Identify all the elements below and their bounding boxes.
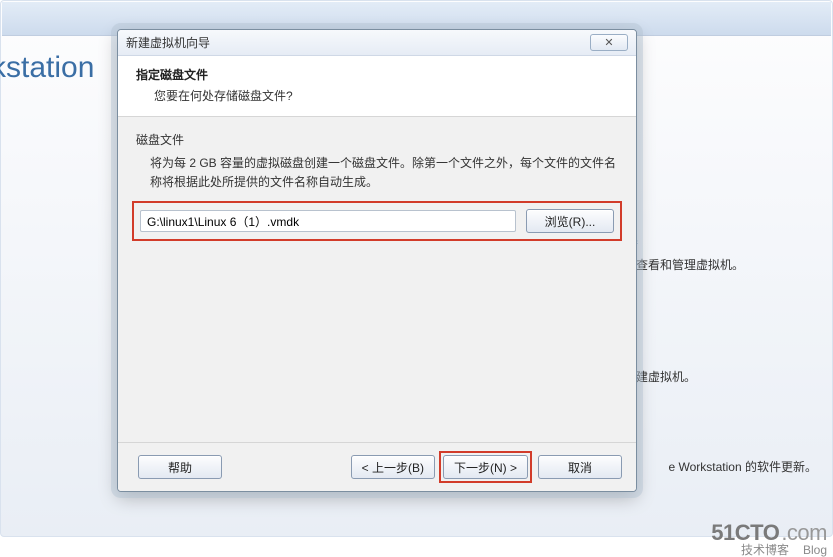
dialog-footer: 帮助 < 上一步(B) 下一步(N) > 取消: [118, 442, 636, 491]
help-button[interactable]: 帮助: [138, 455, 222, 479]
watermark-sub-a: 技术博客: [741, 544, 789, 557]
next-button[interactable]: 下一步(N) >: [443, 455, 528, 479]
cancel-button[interactable]: 取消: [538, 455, 622, 479]
watermark-brand-b: .com: [781, 521, 827, 544]
brand-text: kstation: [0, 51, 94, 85]
watermark-brand-a: 51CTO: [711, 521, 779, 544]
side-content: 务器 器上查看和管理虚拟机。 机 机创建虚拟机。: [612, 231, 812, 385]
dialog-header: 指定磁盘文件 您要在何处存储磁盘文件?: [118, 56, 636, 117]
next-button-highlight: 下一步(N) >: [439, 451, 532, 483]
side-update-text: e Workstation 的软件更新。: [669, 458, 817, 475]
watermark: 51CTO.com 技术博客 Blog: [711, 521, 827, 557]
dialog-body: 磁盘文件 将为每 2 GB 容量的虚拟磁盘创建一个磁盘文件。除第一个文件之外，每…: [118, 117, 636, 442]
disk-file-input[interactable]: [140, 210, 516, 232]
close-icon: ✕: [604, 36, 613, 49]
side-vm-title: 机: [612, 343, 812, 362]
side-server-text: 器上查看和管理虚拟机。: [612, 256, 812, 273]
dialog-title: 新建虚拟机向导: [126, 34, 590, 51]
file-path-row: 浏览(R)...: [132, 201, 622, 241]
side-server-title: 务器: [612, 231, 812, 250]
header-title: 指定磁盘文件: [136, 66, 618, 83]
back-button[interactable]: < 上一步(B): [351, 455, 435, 479]
wizard-dialog: 新建虚拟机向导 ✕ 指定磁盘文件 您要在何处存储磁盘文件? 磁盘文件 将为每 2…: [117, 29, 637, 492]
browse-button[interactable]: 浏览(R)...: [526, 209, 614, 233]
header-subtitle: 您要在何处存储磁盘文件?: [154, 87, 618, 104]
titlebar[interactable]: 新建虚拟机向导 ✕: [118, 30, 636, 56]
disk-file-label: 磁盘文件: [136, 131, 618, 148]
close-button[interactable]: ✕: [590, 34, 628, 51]
side-server-block: 务器 器上查看和管理虚拟机。: [612, 231, 812, 273]
watermark-brand: 51CTO.com: [711, 521, 827, 544]
side-vm-block: 机 机创建虚拟机。: [612, 343, 812, 385]
side-vm-text: 机创建虚拟机。: [612, 368, 812, 385]
watermark-sub: 技术博客 Blog: [711, 544, 827, 557]
disk-file-description: 将为每 2 GB 容量的虚拟磁盘创建一个磁盘文件。除第一个文件之外，每个文件的文…: [150, 154, 618, 191]
watermark-sub-b: Blog: [803, 544, 827, 557]
